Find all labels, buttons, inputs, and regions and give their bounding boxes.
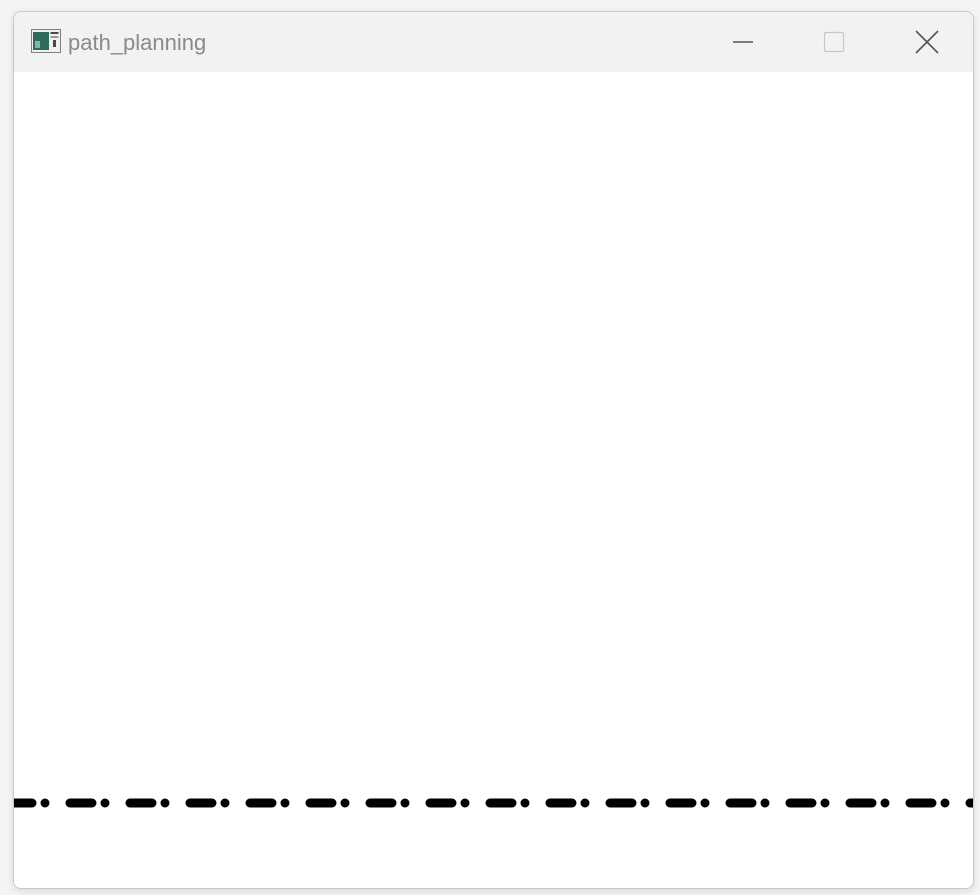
close-icon xyxy=(915,30,939,54)
close-button[interactable] xyxy=(882,12,972,72)
drawing-canvas[interactable] xyxy=(14,72,973,888)
minimize-button[interactable] xyxy=(698,12,788,72)
minimize-icon xyxy=(733,41,753,43)
maximize-button[interactable] xyxy=(789,12,879,72)
app-window-icon xyxy=(31,29,61,53)
title-bar[interactable]: path_planning xyxy=(14,12,973,72)
app-window: path_planning xyxy=(13,11,974,889)
window-title: path_planning xyxy=(68,30,207,55)
maximize-icon xyxy=(823,31,845,53)
planned-path-line xyxy=(14,798,973,808)
